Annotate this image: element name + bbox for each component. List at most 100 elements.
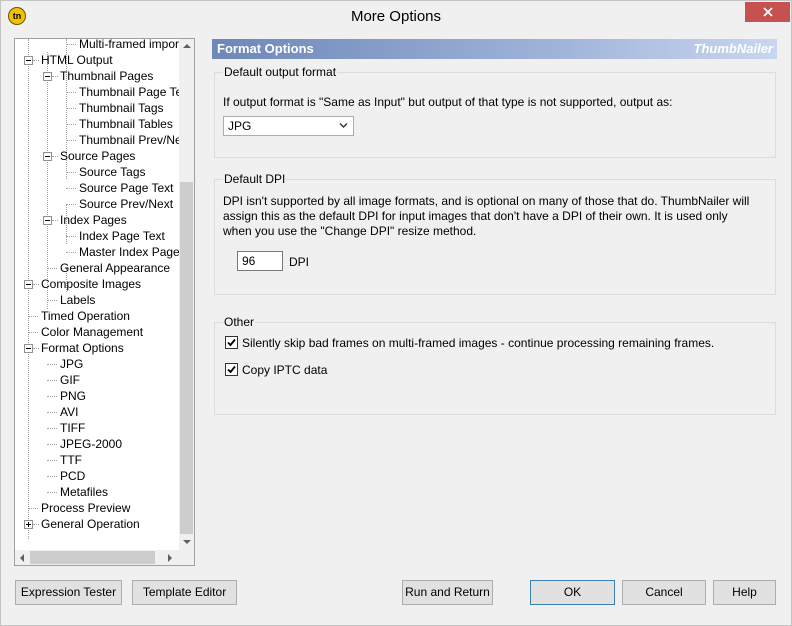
dpi-input[interactable] — [237, 251, 283, 271]
tree-item[interactable]: Metafiles — [60, 484, 108, 500]
scroll-left-arrow-icon[interactable] — [20, 554, 24, 562]
tree-connector-line — [28, 332, 38, 333]
tree-item[interactable]: JPG — [60, 356, 83, 372]
tree-connector-line — [66, 236, 76, 237]
tree-connector-line — [33, 284, 39, 285]
tree-item[interactable]: PCD — [60, 468, 85, 484]
tree-connector-line — [47, 268, 57, 269]
tree-item[interactable]: JPEG-2000 — [60, 436, 122, 452]
dpi-unit-label: DPI — [289, 255, 310, 269]
tree-connector-line — [47, 412, 57, 413]
tree-item[interactable]: Composite Images — [41, 276, 141, 292]
tree-item[interactable]: Multi-framed import plug-in — [79, 39, 179, 52]
tree-connector-line — [66, 92, 76, 93]
collapse-minus-icon[interactable] — [43, 152, 52, 161]
tree-item[interactable]: Source Page Text — [79, 180, 174, 196]
tree-connector-line — [52, 76, 58, 77]
scroll-down-arrow-icon[interactable] — [183, 540, 191, 544]
tree-item[interactable]: GIF — [60, 372, 80, 388]
tree-item[interactable]: TIFF — [60, 420, 85, 436]
tree-item[interactable]: AVI — [60, 404, 78, 420]
tree-item[interactable]: Color Management — [41, 324, 143, 340]
tree-item[interactable]: Thumbnail Page Text — [79, 84, 179, 100]
tree-connector-line — [52, 220, 58, 221]
tree-item[interactable]: Thumbnail Pages — [60, 68, 153, 84]
tree-item[interactable]: Labels — [60, 292, 95, 308]
tree-connector-line — [47, 492, 57, 493]
collapse-minus-icon[interactable] — [24, 344, 33, 353]
scroll-up-arrow-icon[interactable] — [183, 44, 191, 48]
tree-item[interactable]: Index Pages — [60, 212, 127, 228]
tree-item[interactable]: Format Options — [41, 340, 124, 356]
cancel-button[interactable]: Cancel — [622, 580, 706, 605]
expression-tester-button[interactable]: Expression Tester — [15, 580, 122, 605]
copy-iptc-label[interactable]: Copy IPTC data — [242, 363, 327, 378]
tree-connector-line — [66, 124, 76, 125]
skip-bad-frames-checkbox[interactable] — [225, 336, 238, 349]
default-output-format-select[interactable]: JPG — [223, 116, 354, 136]
title-bar[interactable]: tn More Options — [1, 1, 791, 32]
tree-connector-line — [47, 380, 57, 381]
default-output-format-title: Default output format — [223, 65, 338, 79]
tree-connector-line — [66, 44, 76, 45]
tree-item[interactable]: Source Prev/Next — [79, 196, 173, 212]
tree-item[interactable]: HTML Output — [41, 52, 113, 68]
tree-connector-line — [47, 396, 57, 397]
ok-button[interactable]: OK — [530, 580, 615, 605]
tree-connector-line — [66, 252, 76, 253]
tree-guide-line — [28, 39, 29, 539]
tree-item[interactable]: General Appearance — [60, 260, 170, 276]
collapse-minus-icon[interactable] — [43, 72, 52, 81]
options-tree[interactable]: Multi-framed import plug-inHTML OutputTh… — [14, 38, 195, 566]
tree-connector-line — [66, 172, 76, 173]
tree-item[interactable]: Timed Operation — [41, 308, 130, 324]
collapse-minus-icon[interactable] — [43, 216, 52, 225]
skip-bad-frames-label[interactable]: Silently skip bad frames on multi-framed… — [242, 336, 714, 351]
other-title: Other — [223, 315, 256, 329]
tree-item[interactable]: Source Pages — [60, 148, 135, 164]
template-editor-button[interactable]: Template Editor — [132, 580, 237, 605]
selected-format-value: JPG — [228, 119, 252, 133]
tree-connector-line — [28, 508, 38, 509]
expand-plus-icon[interactable] — [24, 520, 33, 529]
tree-item[interactable]: Source Tags — [79, 164, 146, 180]
brand-label: ThumbNailer — [693, 41, 773, 56]
scroll-right-arrow-icon[interactable] — [168, 554, 172, 562]
chevron-down-icon — [339, 123, 348, 128]
tree-item[interactable]: Thumbnail Tags — [79, 100, 164, 116]
help-button[interactable]: Help — [713, 580, 776, 605]
tree-item[interactable]: Process Preview — [41, 500, 130, 516]
tree-item[interactable]: PNG — [60, 388, 86, 404]
dpi-description-line-1: DPI isn't supported by all image formats… — [223, 194, 750, 208]
dpi-description-line-2: assign this as the default DPI for input… — [223, 209, 728, 223]
tree-item[interactable]: Thumbnail Prev/Next — [79, 132, 179, 148]
tree-connector-line — [47, 476, 57, 477]
close-button[interactable] — [745, 2, 790, 22]
collapse-minus-icon[interactable] — [24, 280, 33, 289]
tree-connector-line — [47, 444, 57, 445]
tree-connector-line — [47, 460, 57, 461]
tree-horizontal-scrollbar[interactable] — [15, 550, 179, 565]
tree-connector-line — [66, 204, 76, 205]
tree-item[interactable]: TTF — [60, 452, 82, 468]
default-output-format-group: Default output format — [214, 65, 776, 158]
tree-connector-line — [47, 300, 57, 301]
copy-iptc-checkbox[interactable] — [225, 363, 238, 376]
tree-connector-line — [66, 140, 76, 141]
tree-item[interactable]: General Operation — [41, 516, 140, 532]
collapse-minus-icon[interactable] — [24, 56, 33, 65]
default-output-description: If output format is "Same as Input" but … — [223, 95, 673, 109]
tree-item[interactable]: Index Page Text — [79, 228, 165, 244]
section-title: Format Options — [217, 41, 314, 56]
tree-item[interactable]: Thumbnail Tables — [79, 116, 173, 132]
tree-connector-line — [33, 60, 39, 61]
tree-horizontal-scroll-thumb[interactable] — [30, 551, 155, 564]
tree-connector-line — [33, 524, 39, 525]
scrollbar-corner — [179, 550, 194, 565]
tree-connector-line — [47, 364, 57, 365]
tree-vertical-scroll-thumb[interactable] — [180, 182, 193, 534]
tree-vertical-scrollbar[interactable] — [179, 39, 194, 550]
tree-item[interactable]: Master Index Page — [79, 244, 179, 260]
tree-connector-line — [47, 428, 57, 429]
run-and-return-button[interactable]: Run and Return — [402, 580, 493, 605]
